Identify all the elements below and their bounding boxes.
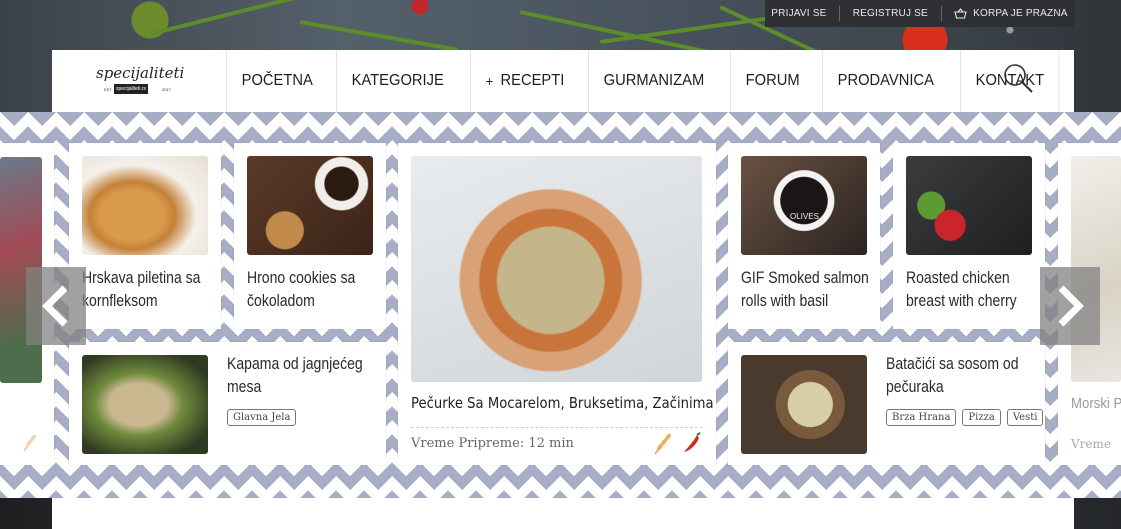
- nav-label: RECEPTI: [500, 72, 564, 89]
- nav-label: KATEGORIJE: [351, 72, 445, 89]
- recipe-title: GIF Smoked salmon rolls with basil: [741, 269, 869, 310]
- chevron-right-icon: [1058, 285, 1084, 327]
- plus-icon: +: [485, 73, 493, 89]
- cart-link[interactable]: KORPA JE PRAZNA: [954, 8, 1068, 19]
- tag-list: Brza Hrana Pizza Vesti: [886, 409, 1056, 426]
- login-label: PRIJAVI SE: [771, 8, 827, 19]
- tag-glavna-jela[interactable]: Glavna Jela: [227, 409, 297, 426]
- herb-decoration: [149, 0, 335, 36]
- featured-recipe-title: Pečurke Sa Mocarelom, Bruksetima, Začini…: [411, 394, 714, 412]
- register-label: REGISTRUJ SE: [852, 8, 928, 19]
- recipe-image: [82, 355, 208, 454]
- recipe-title: Hrskava piletina sa kornfleksom: [82, 269, 201, 310]
- nav-item-recepti[interactable]: + RECEPTI: [469, 50, 579, 112]
- recipe-card[interactable]: OLIVES GIF Smoked salmon rolls with basi…: [728, 143, 880, 329]
- nav-item-pocetna[interactable]: POČETNA: [226, 50, 328, 112]
- recipe-card[interactable]: Kapama od jagnjećeg mesa Glavna Jela: [69, 342, 386, 465]
- content-strip: [52, 495, 1074, 529]
- logo-year-right: 2017: [162, 87, 171, 92]
- chili-icon: [684, 432, 701, 452]
- logo-text: specijaliteti: [96, 64, 185, 82]
- nav-label: FORUM: [746, 72, 800, 89]
- tag-list: Glavna Jela: [227, 409, 397, 426]
- recipe-title: Batačići sa sosom od pečuraka: [886, 355, 1019, 396]
- recipe-image: [82, 156, 208, 255]
- divider: [839, 6, 841, 21]
- logo-badge: specijaliteti.rs: [114, 84, 148, 94]
- site-logo[interactable]: specijaliteti EST specijaliteti.rs 2017: [52, 50, 226, 112]
- nav-item-kategorije[interactable]: KATEGORIJE: [336, 50, 459, 112]
- recipe-image: [741, 355, 867, 454]
- recipe-card[interactable]: Hrono cookies sa čokoladom: [234, 143, 386, 329]
- recipe-image: OLIVES: [741, 156, 867, 255]
- tag-pizza[interactable]: Pizza: [962, 409, 1001, 426]
- featured-recipe-card[interactable]: [398, 143, 716, 465]
- image-caption: OLIVES: [790, 212, 819, 221]
- divider: [940, 6, 942, 21]
- register-link[interactable]: REGISTRUJ SE: [853, 8, 928, 19]
- nav-label: POČETNA: [241, 72, 313, 89]
- recipe-card[interactable]: Batačići sa sosom od pečuraka Brza Hrana…: [728, 342, 1045, 465]
- carousel-prev-button[interactable]: [26, 267, 86, 345]
- recipe-image: [411, 156, 702, 382]
- recipe-title: Roasted chicken breast with cherry: [906, 269, 1017, 310]
- carousel-next-button[interactable]: [1040, 267, 1100, 345]
- recipe-title: Hrono cookies sa čokoladom: [247, 269, 356, 310]
- chevron-left-icon: [42, 285, 68, 327]
- top-bar: PRIJAVI SE REGISTRUJ SE KORPA JE PRAZNA: [765, 0, 1074, 27]
- nav-item-prodavnica[interactable]: PRODAVNICA: [822, 50, 949, 112]
- prep-time: Vreme Pripreme: 12 min: [411, 436, 574, 451]
- logo-year-left: EST: [104, 87, 112, 92]
- basket-icon: [954, 8, 967, 19]
- recipe-card[interactable]: Roasted chicken breast with cherry: [893, 143, 1045, 329]
- search-icon: [1004, 64, 1033, 93]
- nav-label: PRODAVNICA: [837, 72, 934, 89]
- recipe-image: [247, 156, 373, 255]
- search-button[interactable]: [1002, 62, 1036, 96]
- recipe-title: Kapama od jagnjećeg mesa: [227, 355, 363, 396]
- tag-vesti[interactable]: Vesti: [1006, 409, 1044, 426]
- divider: [411, 427, 703, 428]
- nav-item-forum[interactable]: FORUM: [730, 50, 814, 112]
- tag-brza-hrana[interactable]: Brza Hrana: [886, 409, 957, 426]
- main-nav: POČETNA KATEGORIJE + RECEPTI GURMANIZAM F…: [226, 50, 1068, 112]
- cart-label: KORPA JE PRAZNA: [973, 8, 1068, 19]
- nav-label: GURMANIZAM: [603, 72, 705, 89]
- recipe-title: Morski P: [1071, 395, 1121, 412]
- wheat-icon: [654, 433, 671, 455]
- prep-time: Vreme: [1071, 437, 1111, 451]
- login-link[interactable]: PRIJAVI SE: [771, 8, 826, 19]
- herb-decoration: [299, 20, 458, 52]
- recipe-card[interactable]: Hrskava piletina sa kornfleksom: [69, 143, 221, 329]
- recipe-image: [906, 156, 1032, 255]
- wheat-icon: [23, 434, 37, 452]
- nav-item-gurmanizam[interactable]: GURMANIZAM: [588, 50, 719, 112]
- main-header: specijaliteti EST specijaliteti.rs 2017 …: [52, 50, 1074, 112]
